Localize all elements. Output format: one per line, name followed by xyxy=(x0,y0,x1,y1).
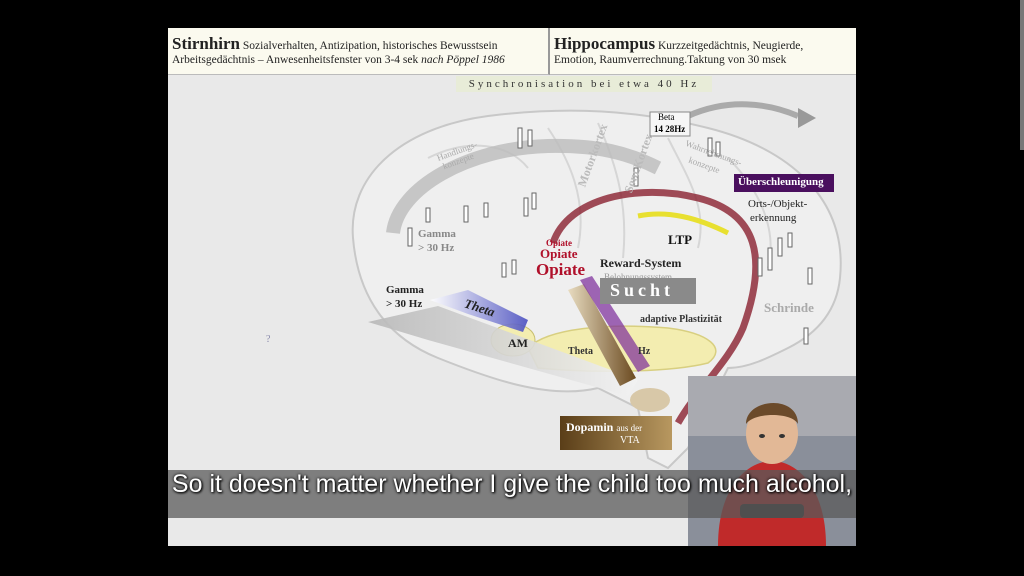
sucht-label: Sucht xyxy=(610,280,675,300)
child-photo-image xyxy=(688,376,856,546)
child-photo xyxy=(688,376,856,546)
am-label: AM xyxy=(508,336,528,350)
gamma-top-hz-label: > 30 Hz xyxy=(418,242,455,254)
subtitle-text: So it doesn't matter whether I give the … xyxy=(171,470,853,498)
vta-label: VTA xyxy=(620,435,640,446)
erkennung-label: erkennung xyxy=(750,212,797,224)
theta-small-label: Theta xyxy=(568,346,593,357)
ueberschleunigung-box: Überschleunigung xyxy=(734,174,834,192)
reward-system-label: Reward-System xyxy=(600,256,682,270)
beta-label: Beta xyxy=(658,112,675,122)
dopamin-box: Dopamin aus der VTA xyxy=(560,416,672,450)
gamma-top-label: Gamma xyxy=(418,228,456,240)
dopamin-label: Dopamin xyxy=(566,420,614,434)
orts-label: Orts-/Objekt- xyxy=(748,198,808,210)
gamma-left-label: Gamma xyxy=(386,284,424,296)
dopamin-sub-label: aus der xyxy=(616,423,643,433)
ltp-label: LTP xyxy=(668,232,693,247)
gamma-left-hz-label: > 30 Hz xyxy=(386,298,423,310)
beta-arrow xyxy=(686,101,800,119)
scrollbar[interactable] xyxy=(1020,0,1024,150)
question-mark: ? xyxy=(266,334,271,345)
vta-blob xyxy=(630,388,670,412)
sucht-box: Sucht xyxy=(600,278,696,304)
adaptive-plastizitaet-label: adaptive Plastizität xyxy=(640,314,722,325)
opiate-big-label: Opiate xyxy=(536,260,586,279)
ueberschleunigung-label: Überschleunigung xyxy=(738,176,824,188)
schrinde-label: Schrinde xyxy=(764,300,814,315)
hz-small-label: Hz xyxy=(638,346,651,357)
beta-hz-label: 14 28Hz xyxy=(654,124,686,134)
